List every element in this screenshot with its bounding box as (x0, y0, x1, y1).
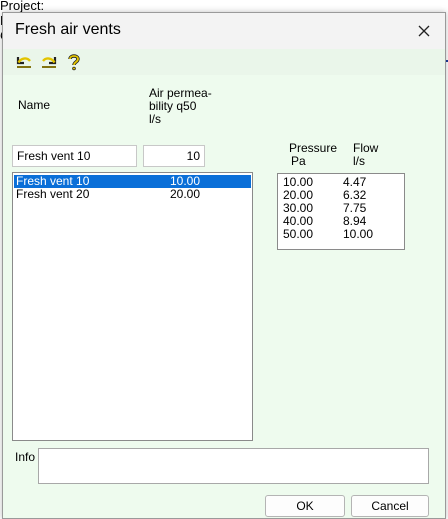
close-icon (418, 25, 430, 37)
air-permeability-label-line3: l/s (149, 112, 161, 126)
flow-value: 10.00 (343, 227, 374, 241)
vent-permeability: 20.00 (170, 187, 201, 201)
vent-list-item[interactable]: Fresh vent 20 20.00 (14, 188, 251, 201)
title-bar: Fresh air vents (3, 13, 445, 49)
undo-button[interactable] (15, 53, 33, 71)
pressure-unit: Pa (291, 154, 306, 168)
pressure-flow-table[interactable]: 10.00 4.47 20.00 6.32 30.00 7.75 40.00 8.94 50.0… (277, 173, 405, 250)
toolbar (3, 49, 445, 75)
cancel-button[interactable]: Cancel (351, 495, 429, 517)
vent-list[interactable]: Fresh vent 10 10.00 Fresh vent 20 20.00 (12, 172, 253, 441)
pressure-value: 50.00 (283, 227, 314, 241)
help-button[interactable] (65, 53, 83, 71)
dialog-title: Fresh air vents (15, 21, 121, 38)
pressure-flow-row[interactable]: 50.00 10.00 (279, 228, 403, 241)
info-field[interactable] (38, 448, 429, 484)
redo-button[interactable] (40, 53, 58, 71)
flow-unit: l/s (353, 154, 365, 168)
close-button[interactable] (407, 17, 441, 45)
vent-name-input[interactable]: Fresh vent 10 (12, 145, 137, 167)
vent-name: Fresh vent 20 (16, 187, 90, 201)
undo-icon (16, 57, 31, 68)
help-icon (68, 54, 80, 71)
info-label: Info (15, 450, 36, 464)
name-label: Name (18, 98, 51, 112)
redo-icon (42, 57, 57, 68)
ok-button[interactable]: OK (265, 495, 345, 517)
dialog-content: Name Air permea- bility q50 l/s Fresh ve… (3, 75, 445, 518)
fresh-air-vents-dialog: Fresh air vents Name Air permea- bility … (2, 12, 446, 519)
air-permeability-input[interactable]: 10 (143, 145, 205, 167)
